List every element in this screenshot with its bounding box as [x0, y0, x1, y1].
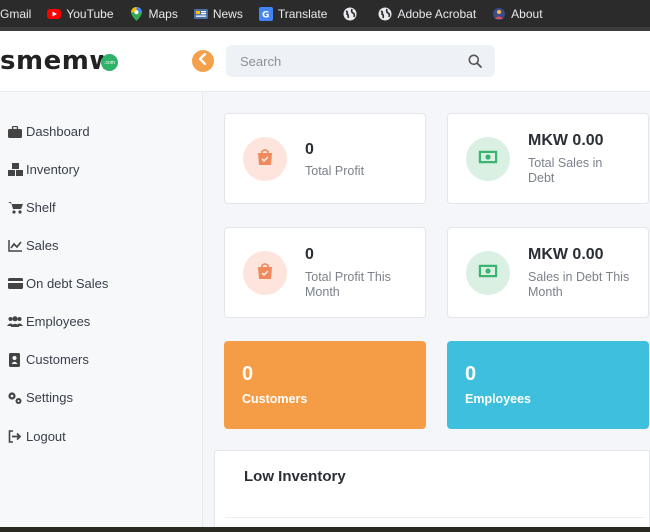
chart-line-icon [7, 239, 23, 253]
sidebar-item-label: Settings [26, 390, 73, 405]
stat-label: Total Profit [305, 164, 365, 178]
bookmarks-bar: Gmail YouTube Maps News G Translate Adob… [0, 0, 650, 27]
cart-icon [7, 201, 23, 215]
sidebar-item-label: Dashboard [26, 124, 90, 139]
app-logo[interactable]: smemw [0, 46, 114, 76]
sidebar-item-dashboard[interactable]: Dashboard [7, 124, 90, 139]
sidebar-item-label: On debt Sales [26, 276, 109, 291]
address-book-icon [7, 352, 23, 367]
bookmark-maps[interactable]: Maps [130, 6, 178, 21]
bookmark-news[interactable]: News [193, 6, 243, 21]
stat-value: 0 [305, 141, 314, 158]
stat-icon-circle [243, 251, 287, 295]
sidebar-item-label: Logout [26, 429, 66, 444]
stat-label-line-2: Debt [528, 171, 555, 185]
sidebar-item-employees[interactable]: Employees [7, 314, 90, 329]
sidebar-toggle-button[interactable] [192, 50, 214, 72]
employees-label: Employees [465, 392, 532, 406]
bookmark-about[interactable]: About [492, 6, 543, 21]
bookmark-label: Adobe Acrobat [397, 6, 477, 21]
stat-value: MKW 0.00 [528, 246, 604, 263]
stat-card-total-sales-debt: MKW 0.00 Total Sales in Debt [447, 113, 649, 204]
bookmark-label: Translate [277, 6, 328, 21]
sidebar-item-label: Customers [26, 352, 89, 367]
customers-count-card[interactable]: 0 Customers [224, 341, 426, 429]
stat-label-line-2: Month [528, 285, 563, 299]
customers-count: 0 [242, 363, 254, 385]
top-header: smemw .com [0, 31, 650, 92]
maps-icon [130, 6, 144, 21]
money-bill-icon [478, 150, 498, 169]
money-bill-icon [478, 264, 498, 283]
divider [225, 517, 645, 518]
stat-card-total-profit: 0 Total Profit [224, 113, 426, 204]
about-icon [492, 7, 506, 21]
stat-label-line-2: Month [305, 285, 340, 299]
bookmark-translate[interactable]: G Translate [258, 6, 328, 21]
sidebar-item-shelf[interactable]: Shelf [7, 200, 56, 215]
employees-count: 0 [465, 363, 477, 385]
youtube-icon [47, 7, 62, 21]
shopping-bag-icon [256, 148, 274, 171]
stat-value: MKW 0.00 [528, 132, 604, 149]
stat-card-sales-debt-month: MKW 0.00 Sales in Debt This Month [447, 227, 649, 318]
stat-value: 0 [305, 246, 314, 263]
employees-count-card[interactable]: 0 Employees [447, 341, 649, 429]
stat-card-profit-month: 0 Total Profit This Month [224, 227, 426, 318]
shopping-bag-icon [256, 262, 274, 285]
boxes-icon [7, 163, 23, 177]
sidebar: Dashboard Inventory Shelf Sales On debt … [0, 92, 203, 532]
svg-text:G: G [262, 10, 269, 20]
bookmark-globe[interactable] [343, 7, 362, 21]
sidebar-item-label: Shelf [26, 200, 56, 215]
customers-label: Customers [242, 392, 308, 406]
cogs-icon [7, 391, 23, 405]
sidebar-item-settings[interactable]: Settings [7, 390, 73, 405]
sidebar-item-inventory[interactable]: Inventory [7, 162, 79, 177]
taskbar-edge [0, 527, 650, 532]
bookmark-label: Maps [148, 6, 178, 21]
search-icon[interactable] [468, 54, 482, 68]
chevron-left-icon [198, 52, 208, 70]
logout-icon [7, 430, 23, 444]
stat-icon-circle [466, 251, 510, 295]
low-inventory-panel: Low Inventory [214, 450, 650, 532]
globe-icon [378, 7, 392, 21]
bookmark-label: Gmail [0, 6, 32, 21]
sidebar-item-customers[interactable]: Customers [7, 352, 89, 367]
credit-card-icon [7, 277, 23, 291]
users-icon [7, 315, 23, 329]
bookmark-gmail[interactable]: Gmail [0, 7, 31, 21]
bookmark-label: YouTube [66, 6, 114, 21]
search-input[interactable] [226, 45, 495, 77]
stat-icon-circle [466, 137, 510, 181]
briefcase-icon [7, 125, 23, 139]
translate-icon: G [258, 6, 273, 21]
sidebar-item-on-debt-sales[interactable]: On debt Sales [7, 276, 108, 291]
logo-badge: .com [101, 54, 118, 71]
stat-label-line-1: Sales in Debt This [528, 270, 630, 284]
sidebar-item-label: Employees [26, 314, 91, 329]
sidebar-item-sales[interactable]: Sales [7, 238, 59, 253]
bookmark-youtube[interactable]: YouTube [47, 6, 114, 21]
sidebar-item-label: Sales [26, 238, 59, 253]
stat-icon-circle [243, 137, 287, 181]
news-icon [193, 7, 208, 21]
sidebar-item-logout[interactable]: Logout [7, 429, 66, 444]
stat-label-line-1: Total Sales in [528, 156, 603, 170]
sidebar-item-label: Inventory [26, 162, 80, 177]
low-inventory-title: Low Inventory [244, 468, 346, 485]
search-bar [226, 45, 495, 77]
globe-icon [343, 7, 357, 21]
stat-label-line-1: Total Profit This [305, 270, 391, 284]
bookmark-label: About [511, 6, 543, 21]
bookmark-label: News [212, 6, 243, 21]
bookmark-adobe-acrobat[interactable]: Adobe Acrobat [378, 7, 476, 21]
